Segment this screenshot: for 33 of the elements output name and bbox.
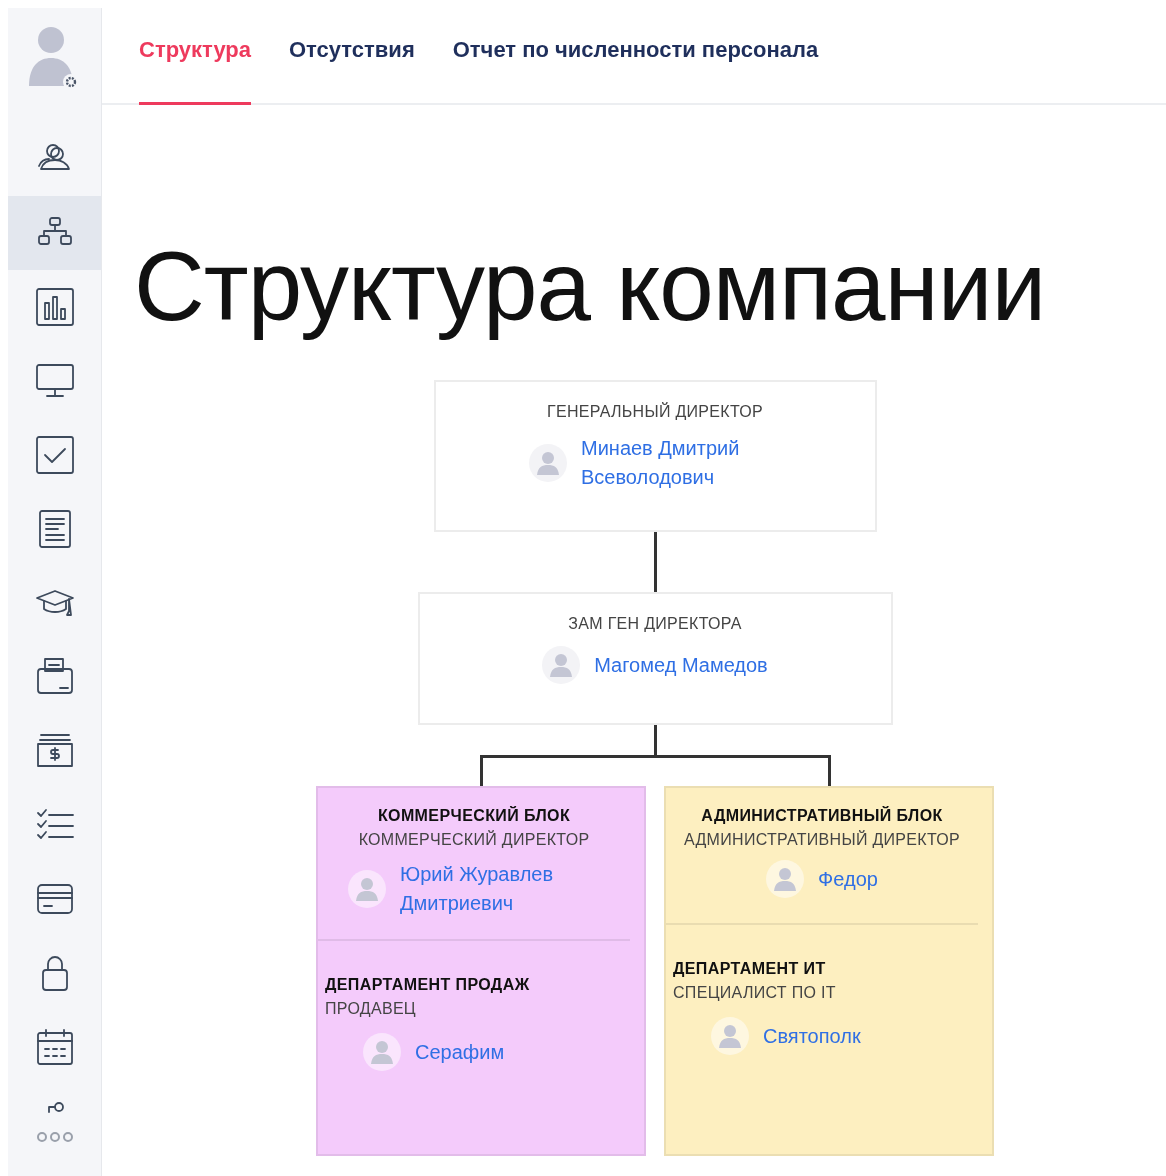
- user-avatar-icon: [766, 860, 805, 899]
- department-title: ДЕПАРТАМЕНТ ИТ: [673, 959, 826, 980]
- cash-register-icon: [34, 657, 75, 697]
- calendar-icon: [34, 1027, 75, 1067]
- user-avatar-icon: [363, 1033, 401, 1072]
- tab[interactable]: Отсутствия: [289, 8, 415, 105]
- connector-line: [653, 532, 657, 593]
- person-name-link[interactable]: Минаев Дмитрий Всеволодович: [581, 434, 781, 493]
- person-name-link[interactable]: Юрий Журавлев Дмитриевич: [400, 860, 600, 919]
- user-avatar-icon: [348, 870, 386, 909]
- block-title: АДМИНИСТРАТИВНЫЙ БЛОК: [701, 805, 943, 827]
- position-title: КОММЕРЧЕСКИЙ ДИРЕКТОР: [358, 829, 590, 851]
- page-title: Структура компании: [134, 230, 1047, 343]
- position-title: АДМИНИСТРАТИВНЫЙ ДИРЕКТОР: [684, 829, 960, 851]
- person-name-link[interactable]: Святополк: [763, 1021, 861, 1051]
- checkbox-icon: [34, 435, 75, 475]
- user-avatar-icon: [529, 444, 567, 483]
- user-avatar-icon: [711, 1017, 749, 1056]
- tab[interactable]: Отчет по численности персонала: [452, 8, 819, 105]
- position-title: СПЕЦИАЛИСТ ПО IT: [673, 983, 836, 1004]
- block-title: КОММЕРЧЕСКИЙ БЛОК: [377, 805, 571, 827]
- bar-chart-icon: [34, 287, 75, 327]
- person-name-link[interactable]: Серафим: [415, 1037, 505, 1067]
- position-title: ГЕНЕРАЛЬНЫЙ ДИРЕКТОР: [547, 401, 763, 423]
- position-title: ЗАМ ГЕН ДИРЕКТОРА: [568, 614, 742, 635]
- person-name-link[interactable]: Федор: [818, 864, 878, 894]
- sidebar-item[interactable]: [8, 196, 101, 270]
- person-name-link[interactable]: Магомед Мамедов: [594, 650, 768, 680]
- position-title: ПРОДАВЕЦ: [325, 999, 416, 1020]
- department-title: ДЕПАРТАМЕНТ ПРОДАЖ: [325, 975, 530, 996]
- user-avatar-icon: [542, 646, 581, 685]
- tab[interactable]: Структура: [139, 8, 251, 105]
- more-dots-icon: [34, 1130, 75, 1144]
